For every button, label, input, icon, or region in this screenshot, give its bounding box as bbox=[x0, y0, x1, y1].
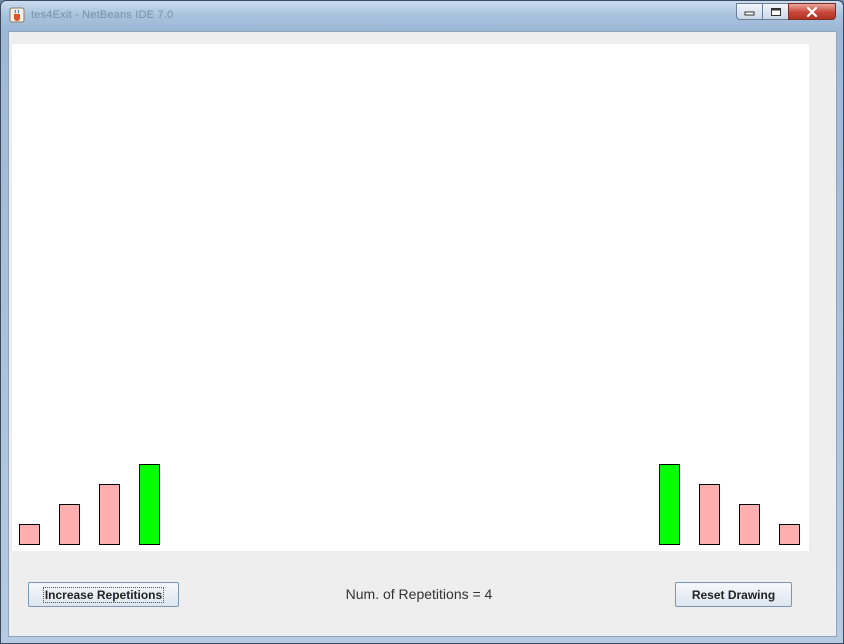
right-bar-1 bbox=[659, 464, 680, 545]
minimize-icon bbox=[744, 11, 754, 15]
maximize-button[interactable] bbox=[762, 3, 789, 20]
close-icon bbox=[806, 6, 818, 17]
increase-repetitions-button[interactable]: Increase Repetitions bbox=[28, 582, 179, 607]
content-pane: Increase Repetitions Num. of Repetitions… bbox=[8, 31, 837, 637]
maximize-icon bbox=[770, 7, 781, 16]
window-title: tes4Exit - NetBeans IDE 7.0 bbox=[31, 9, 174, 21]
repetitions-status: Num. of Repetitions = 4 bbox=[345, 586, 493, 602]
left-bar-3 bbox=[99, 484, 120, 545]
left-bar-4 bbox=[139, 464, 160, 545]
java-cup-icon bbox=[9, 7, 25, 23]
close-button[interactable] bbox=[788, 3, 836, 20]
right-bar-2 bbox=[699, 484, 720, 545]
minimize-button[interactable] bbox=[736, 3, 763, 20]
title-bar[interactable]: tes4Exit - NetBeans IDE 7.0 bbox=[1, 1, 843, 29]
right-bar-3 bbox=[739, 504, 760, 545]
increase-repetitions-label: Increase Repetitions bbox=[42, 586, 165, 603]
right-bar-4 bbox=[779, 524, 800, 545]
left-bar-1 bbox=[19, 524, 40, 545]
bars-svg bbox=[19, 464, 800, 545]
left-bar-2 bbox=[59, 504, 80, 545]
drawing-canvas bbox=[12, 44, 809, 551]
reset-drawing-button[interactable]: Reset Drawing bbox=[675, 582, 792, 607]
app-window: tes4Exit - NetBeans IDE 7.0 Increase Rep… bbox=[0, 0, 844, 644]
